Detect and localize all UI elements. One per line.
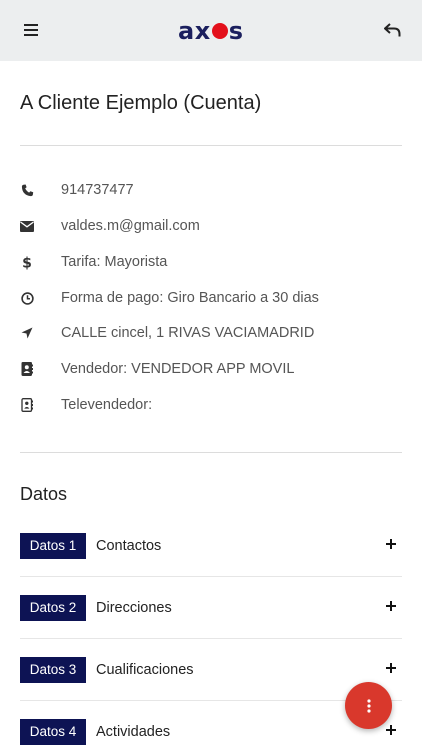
dollar-icon: $ bbox=[20, 255, 34, 270]
accordion-item-cualificaciones[interactable]: Datos 3 Cualificaciones bbox=[20, 657, 402, 683]
info-row-email[interactable]: valdes.m@gmail.com bbox=[20, 214, 402, 238]
plus-icon[interactable] bbox=[386, 539, 396, 549]
accordion-divider bbox=[20, 638, 402, 639]
section-title-datos: Datos bbox=[20, 484, 68, 504]
phone-icon bbox=[20, 183, 34, 197]
datos-badge: Datos 1 bbox=[20, 533, 86, 559]
vendedor-value: Vendedor: VENDEDOR APP MOVIL bbox=[61, 361, 295, 377]
info-row-forma-pago: Forma de pago: Giro Bancario a 30 dias bbox=[20, 286, 402, 310]
contact-card-icon bbox=[20, 362, 34, 376]
datos-badge: Datos 4 bbox=[20, 719, 86, 745]
contact-card-outline-icon bbox=[20, 398, 34, 412]
top-bar: ax s bbox=[0, 0, 422, 61]
info-row-televendedor: Televendedor: bbox=[20, 393, 402, 417]
divider bbox=[20, 145, 402, 146]
accordion-label: Contactos bbox=[96, 538, 162, 554]
info-row-vendedor: Vendedor: VENDEDOR APP MOVIL bbox=[20, 357, 402, 381]
accordion-item-actividades[interactable]: Datos 4 Actividades bbox=[20, 719, 402, 745]
accordion-divider bbox=[20, 576, 402, 577]
plus-icon[interactable] bbox=[386, 601, 396, 611]
phone-value: 914737477 bbox=[61, 182, 134, 198]
plus-icon[interactable] bbox=[386, 663, 396, 673]
info-row-address[interactable]: CALLE cincel, 1 RIVAS VACIAMADRID bbox=[20, 321, 402, 345]
logo-text-right: s bbox=[228, 17, 244, 45]
logo-text-left: ax bbox=[178, 17, 211, 45]
forma-pago-value: Forma de pago: Giro Bancario a 30 dias bbox=[61, 290, 319, 306]
datos-badge: Datos 2 bbox=[20, 595, 86, 621]
logo-red-dot bbox=[211, 23, 228, 39]
email-value: valdes.m@gmail.com bbox=[61, 218, 200, 234]
hamburger-icon[interactable] bbox=[20, 20, 42, 40]
vertical-dots-icon bbox=[366, 698, 371, 713]
accordion-label: Direcciones bbox=[96, 600, 172, 616]
svg-text:$: $ bbox=[22, 255, 32, 270]
envelope-icon bbox=[20, 219, 34, 233]
televendedor-value: Televendedor: bbox=[61, 397, 153, 413]
info-row-tarifa: $ Tarifa: Mayorista bbox=[20, 250, 402, 274]
address-value: CALLE cincel, 1 RIVAS VACIAMADRID bbox=[61, 325, 315, 341]
accordion-label: Actividades bbox=[96, 724, 171, 740]
datos-badge: Datos 3 bbox=[20, 657, 86, 683]
axos-logo: ax s bbox=[178, 17, 243, 45]
location-arrow-icon bbox=[20, 326, 34, 340]
plus-icon[interactable] bbox=[386, 725, 396, 735]
more-actions-fab[interactable] bbox=[345, 682, 392, 729]
info-row-phone[interactable]: 914737477 bbox=[20, 178, 402, 202]
accordion-item-direcciones[interactable]: Datos 2 Direcciones bbox=[20, 595, 402, 621]
page-title: A Cliente Ejemplo (Cuenta) bbox=[20, 92, 262, 114]
back-arrow-icon[interactable] bbox=[381, 20, 403, 40]
accordion-item-contactos[interactable]: Datos 1 Contactos bbox=[20, 533, 402, 559]
accordion-label: Cualificaciones bbox=[96, 662, 194, 678]
clock-icon bbox=[20, 291, 34, 305]
divider bbox=[20, 452, 402, 453]
tarifa-value: Tarifa: Mayorista bbox=[61, 254, 168, 270]
